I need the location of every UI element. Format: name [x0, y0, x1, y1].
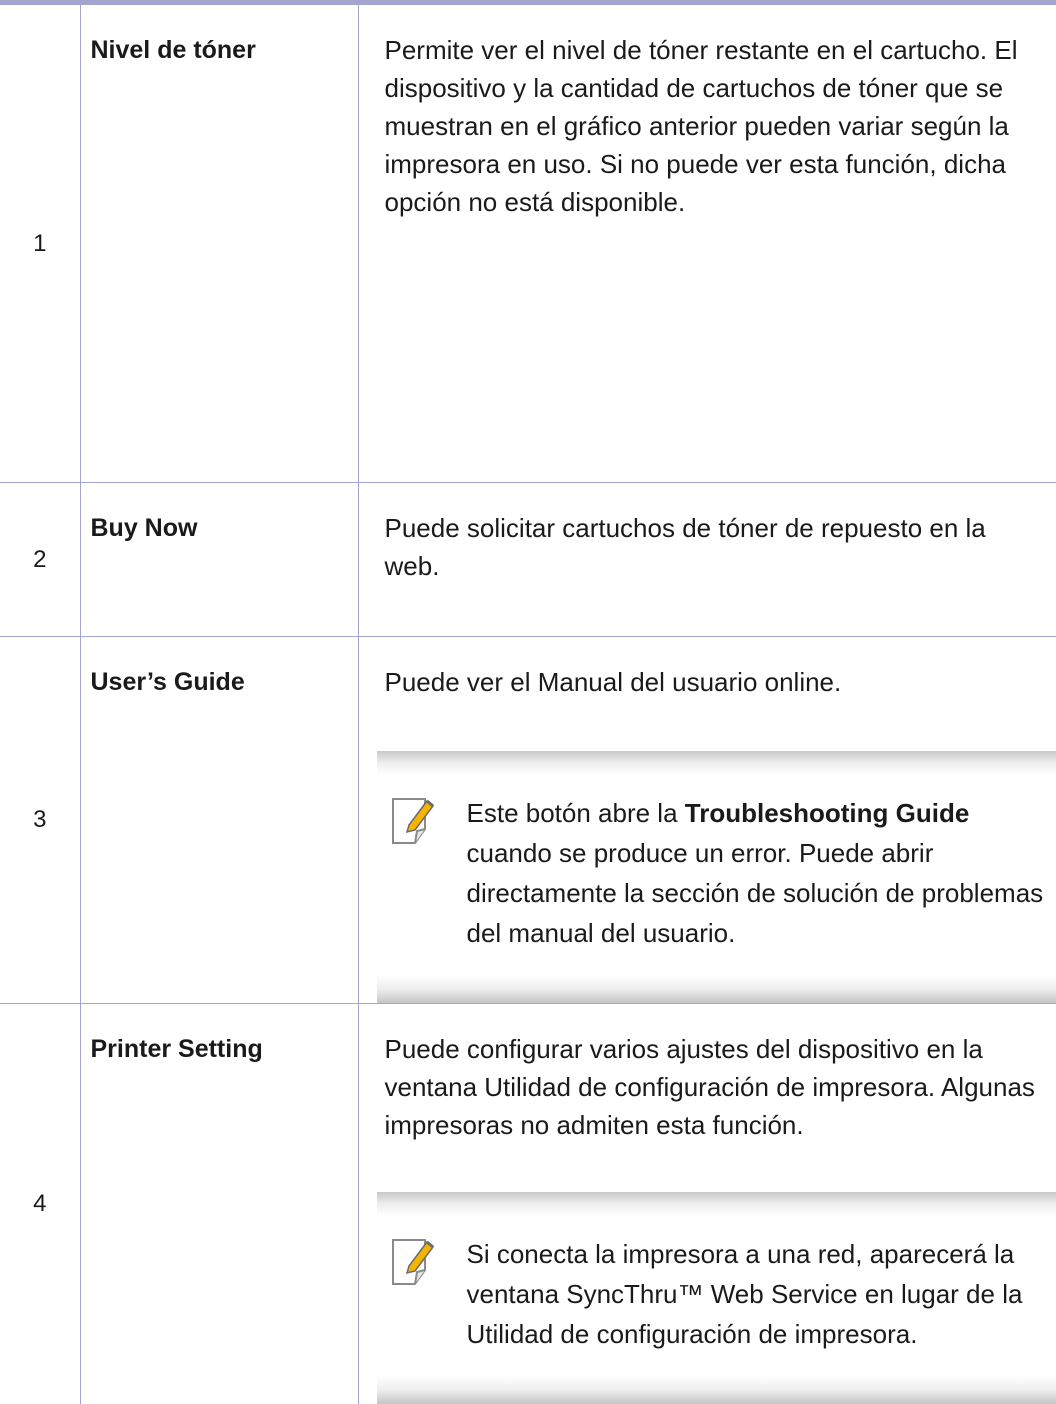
- note-box: Si conecta la impresora a una red, apare…: [377, 1192, 1056, 1404]
- note-pencil-icon: [389, 795, 437, 847]
- note-text-start: Este botón abre la: [467, 798, 685, 828]
- feature-name: Buy Now: [80, 483, 358, 637]
- table-row: 2 Buy Now Puede solicitar cartuchos de t…: [0, 483, 1056, 637]
- feature-description: Puede ver el Manual del usuario online. …: [358, 637, 1056, 1004]
- feature-description: Permite ver el nivel de tóner restante e…: [358, 5, 1056, 483]
- note-pencil-icon: [389, 1236, 437, 1288]
- note-box: Este botón abre la Troubleshooting Guide…: [377, 751, 1056, 1003]
- feature-description: Puede solicitar cartuchos de tóner de re…: [358, 483, 1056, 637]
- table-row: 4 Printer Setting Puede configurar vario…: [0, 1004, 1056, 1404]
- feature-description: Puede configurar varios ajustes del disp…: [358, 1004, 1056, 1404]
- row-number: 3: [0, 637, 80, 1004]
- table-row: 1 Nivel de tóner Permite ver el nivel de…: [0, 5, 1056, 483]
- table-row: 3 User’s Guide Puede ver el Manual del u…: [0, 637, 1056, 1004]
- description-text: Puede ver el Manual del usuario online.: [385, 663, 1047, 701]
- description-text: Puede solicitar cartuchos de tóner de re…: [385, 509, 1047, 585]
- row-number: 1: [0, 5, 80, 483]
- note-text-end: cuando se produce un error. Puede abrir …: [467, 838, 1044, 948]
- note-text-bold: Troubleshooting Guide: [685, 798, 970, 828]
- feature-name: Printer Setting: [80, 1004, 358, 1404]
- description-text: Puede configurar varios ajustes del disp…: [385, 1030, 1047, 1144]
- row-number: 2: [0, 483, 80, 637]
- description-text: Permite ver el nivel de tóner restante e…: [385, 31, 1047, 221]
- note-text: Si conecta la impresora a una red, apare…: [467, 1239, 1023, 1349]
- feature-name: User’s Guide: [80, 637, 358, 1004]
- feature-name: Nivel de tóner: [80, 5, 358, 483]
- feature-table: 1 Nivel de tóner Permite ver el nivel de…: [0, 5, 1056, 1404]
- row-number: 4: [0, 1004, 80, 1404]
